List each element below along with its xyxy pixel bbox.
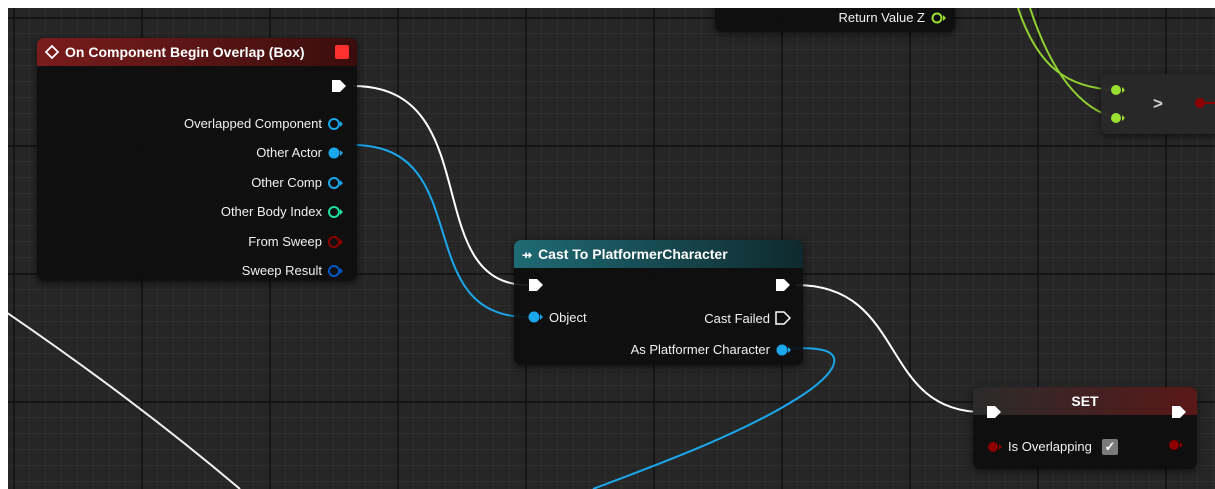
set-node[interactable]: SET Is Overlapping ✓ xyxy=(973,387,1197,469)
compare-node[interactable]: > xyxy=(1101,74,1215,134)
overlap-event-title: On Component Begin Overlap (Box) xyxy=(65,44,305,60)
float-pin-b-icon[interactable] xyxy=(1109,111,1127,125)
overlapped-component-label: Overlapped Component xyxy=(183,116,322,131)
cast-title: Cast To PlatformerCharacter xyxy=(538,246,728,262)
exec-output-outline-pin-icon[interactable] xyxy=(775,311,791,325)
compare-operator: > xyxy=(1153,94,1163,113)
bool-output-pin-icon[interactable] xyxy=(1193,96,1215,110)
wire-object-other-actor xyxy=(352,144,529,318)
wire-exec-cast-to-set xyxy=(795,284,984,413)
object-pin-connected-icon[interactable] xyxy=(327,146,345,160)
overlap-event-header[interactable]: On Component Begin Overlap (Box) xyxy=(37,38,357,66)
set-title: SET xyxy=(1071,393,1099,409)
exec-input-pin-icon[interactable] xyxy=(528,278,544,292)
bool-pin-icon[interactable] xyxy=(327,235,345,249)
as-platformer-character-label: As Platformer Character xyxy=(630,342,770,357)
is-overlapping-label: Is Overlapping xyxy=(1008,439,1092,454)
object-label: Object xyxy=(549,310,587,325)
int-pin-icon[interactable] xyxy=(327,205,345,219)
other-body-index-label: Other Body Index xyxy=(220,204,322,219)
top-node[interactable]: Return Value Z xyxy=(715,8,955,32)
blueprint-graph-canvas[interactable]: Return Value Z > On Component Begin Over… xyxy=(8,8,1215,489)
wire-object-as-character xyxy=(592,347,836,489)
other-comp-label: Other Comp xyxy=(251,175,322,190)
object-output-pin-icon[interactable] xyxy=(775,343,793,357)
object-pin-icon[interactable] xyxy=(327,117,345,131)
object-pin-icon[interactable] xyxy=(327,176,345,190)
bool-input-pin-icon[interactable] xyxy=(986,440,1004,454)
bool-output-pin-icon[interactable] xyxy=(1167,438,1185,452)
float-pin-a-icon[interactable] xyxy=(1109,83,1127,97)
exec-output-pin-icon[interactable] xyxy=(1171,405,1187,419)
wire-background-exec xyxy=(8,312,241,489)
exec-output-pin-icon[interactable] xyxy=(331,79,347,93)
event-diamond-icon xyxy=(45,44,59,59)
float-pin-icon[interactable] xyxy=(931,11,947,25)
cast-failed-label: Cast Failed xyxy=(704,311,770,326)
object-input-pin-icon[interactable] xyxy=(527,310,545,324)
is-overlapping-checkbox[interactable]: ✓ xyxy=(1102,439,1118,455)
cast-header[interactable]: ⇸ Cast To PlatformerCharacter xyxy=(514,240,803,268)
cast-node[interactable]: ⇸ Cast To PlatformerCharacter Object Cast… xyxy=(514,240,803,365)
overlap-event-node[interactable]: On Component Begin Overlap (Box) Overlap… xyxy=(37,38,357,281)
cast-arrow-icon: ⇸ xyxy=(522,248,533,263)
set-header[interactable]: SET xyxy=(973,387,1197,415)
from-sweep-label: From Sweep xyxy=(248,234,322,249)
sweep-result-label: Sweep Result xyxy=(241,263,322,278)
struct-pin-icon[interactable] xyxy=(327,264,345,278)
delegate-pin-icon[interactable] xyxy=(335,45,349,59)
wire-exec-overlap-to-cast xyxy=(352,85,529,286)
exec-input-pin-icon[interactable] xyxy=(986,405,1002,419)
exec-output-pin-icon[interactable] xyxy=(775,278,791,292)
other-actor-label: Other Actor xyxy=(256,145,322,160)
return-value-z-label: Return Value Z xyxy=(838,10,925,25)
